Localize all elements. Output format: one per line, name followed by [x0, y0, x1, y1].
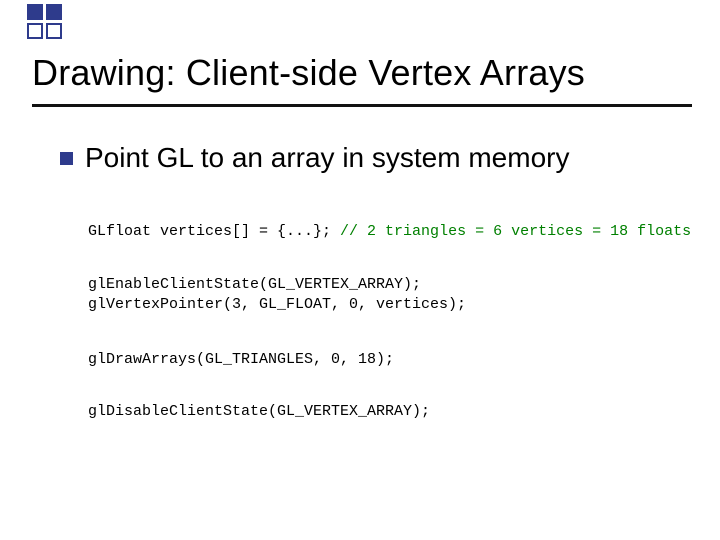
code-text: glVertexPointer(3, GL_FLOAT, 0, vertices…	[88, 296, 466, 313]
title-underline	[32, 104, 692, 107]
code-text: glEnableClientState(GL_VERTEX_ARRAY);	[88, 276, 421, 293]
code-block-draw: glDrawArrays(GL_TRIANGLES, 0, 18);	[88, 350, 690, 370]
bullet-item: Point GL to an array in system memory	[60, 142, 690, 174]
slide-title: Drawing: Client-side Vertex Arrays	[32, 52, 700, 94]
decor-square	[46, 4, 62, 20]
decor-square	[46, 23, 62, 39]
code-comment: // 2 triangles = 6 vertices = 18 floats	[340, 223, 691, 240]
code-text: glDrawArrays(GL_TRIANGLES, 0, 18);	[88, 351, 394, 368]
decor-square	[27, 4, 43, 20]
decor-square	[27, 23, 43, 39]
bullet-text: Point GL to an array in system memory	[85, 142, 569, 174]
code-block-disable: glDisableClientState(GL_VERTEX_ARRAY);	[88, 402, 690, 422]
code-text: GLfloat vertices[] = {...};	[88, 223, 340, 240]
code-text: glDisableClientState(GL_VERTEX_ARRAY);	[88, 403, 430, 420]
bullet-marker	[60, 152, 73, 165]
code-block-enable: glEnableClientState(GL_VERTEX_ARRAY); gl…	[88, 275, 690, 316]
code-line-declaration: GLfloat vertices[] = {...}; // 2 triangl…	[88, 222, 690, 242]
